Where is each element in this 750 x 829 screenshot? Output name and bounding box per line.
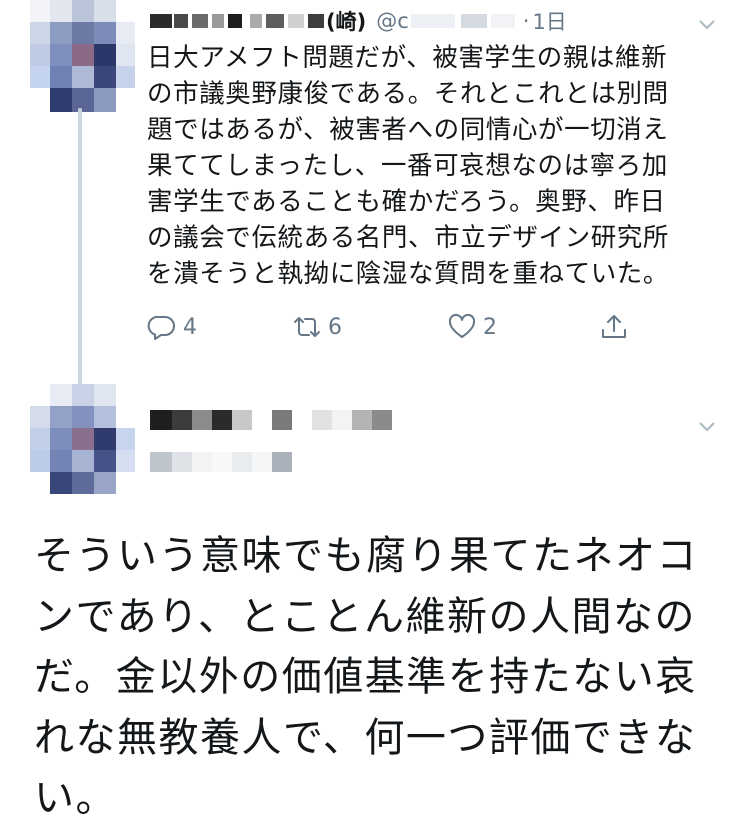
tweet-text-line: 題ではあるが、被害者への同情心が一切消え [147,115,669,145]
tweet-text-line: の議会で伝統ある名門、市立デザイン研究所 [147,223,670,253]
tweet-header: (崎) @c · 1日 [150,8,567,34]
tweet-timestamp[interactable]: 1日 [532,6,566,36]
retweet-icon [294,317,320,337]
reply-author-handle-redacted[interactable] [150,452,292,472]
tweet-text-line: を潰そうと執拗に陰湿な質問を重ねていた。 [147,259,670,289]
reply-text-line: い。 [34,775,117,821]
like-count: 2 [483,314,497,340]
tweet-text-line: の市議奥野康俊である。それとこれとは別問 [147,79,669,109]
like-icon [448,313,476,338]
reply-text-line: れな無教養人で、何一つ評価できな [34,714,697,761]
reply-author-name-redacted[interactable] [150,410,392,430]
like-button[interactable]: 2 [447,312,497,342]
separator-dot: · [522,9,530,33]
tweet-text-line: 害学生であることも確かだろう。奥野、昨日 [147,187,666,217]
reply-avatar[interactable] [30,384,135,494]
reply-text-line: だ。金以外の価値基準を持たない哀 [34,654,697,700]
avatar[interactable] [30,0,135,112]
retweet-button[interactable]: 6 [292,312,342,342]
tweet-text-line: 果ててしまったし、一番可哀想なのは寧ろ加 [147,151,668,181]
reply-button[interactable]: 4 [147,312,197,342]
reply-text: そういう意味でも腐り果てたネオコ ンであり、とことん維新の人間なの だ。金以外の… [34,526,724,829]
chevron-down-icon[interactable] [697,14,717,34]
thread-connector-line [78,108,82,386]
author-name-fragment: (崎) [326,10,367,34]
share-icon [602,315,626,338]
reply-count: 4 [183,314,197,340]
reply-text-line: ンであり、とことん維新の人間なの [34,593,696,640]
reply-icon [147,315,175,340]
tweet-text-line: 日大アメフト問題だが、被害学生の親は維新 [147,43,668,73]
tweet-text: 日大アメフト問題だが、被害学生の親は維新 の市議奥野康俊である。それとこれとは別… [147,40,717,292]
chevron-down-icon[interactable] [697,416,717,436]
share-button[interactable] [599,312,629,342]
reply-text-line: そういう意味でも腐り果てたネオコ [34,533,698,579]
author-handle[interactable]: @c [376,9,515,33]
tweet-actions: 4 6 2 [147,312,647,352]
author-name-redacted[interactable]: (崎) [150,6,366,36]
retweet-count: 6 [328,314,342,340]
